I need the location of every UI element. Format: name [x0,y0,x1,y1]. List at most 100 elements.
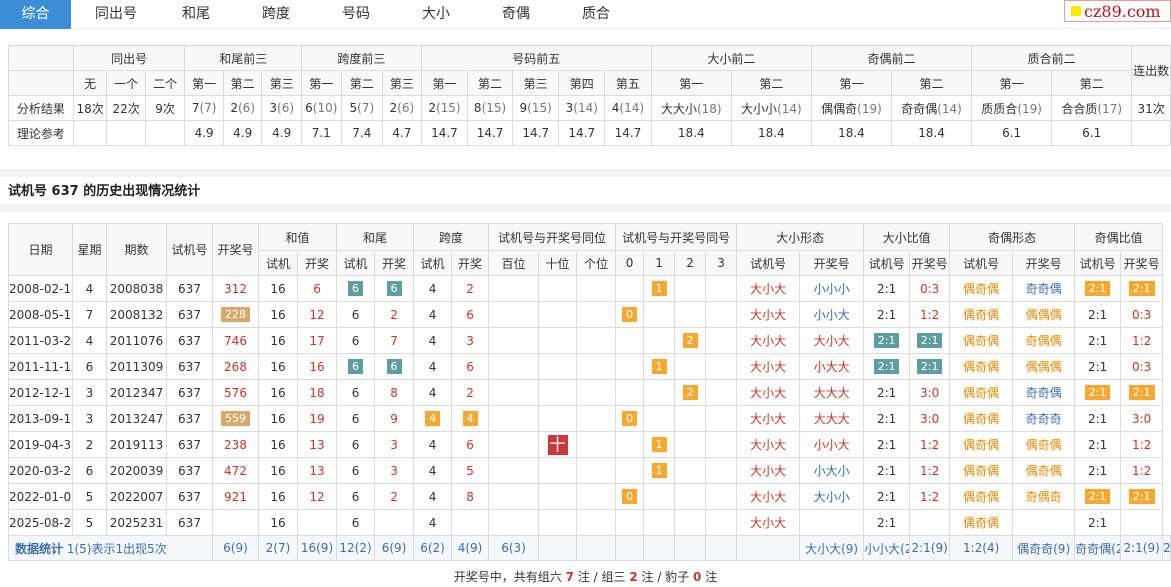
draw-bigsmall-cell: 大大大 [799,379,865,406]
test-span-cell: 4 [413,275,453,302]
theory-cell: 14.7 [467,120,513,146]
analysis-count: (7) [357,101,375,115]
site-logo[interactable]: cz89.com [1064,0,1171,22]
draw-bigsmall-cell: 小小大 [799,301,865,328]
draw-tail-cell-value: 3 [390,437,398,452]
draw-bigsmall-ratio-cell: 1:2 [909,301,951,328]
draw-bigsmall-cell: 小大大 [799,353,865,380]
draw-number-cell: 228 [212,301,259,328]
draw-bigsmall-cell-value: 小大大 [813,360,850,374]
same-number-2-cell [674,483,707,510]
test-oddeven-ratio-cell-value: 2:1 [1087,411,1108,426]
tab-numbers[interactable]: 号码 [321,0,391,29]
analysis-value: 质质合 [981,101,1018,116]
sub-header: 3 [705,250,738,276]
summary-mid2: 注 / 豹子 [641,570,690,584]
group-header: 质合前二 [971,45,1133,71]
stats-cell: 12(2) [336,535,376,561]
same-count-marker: 0 [622,489,638,504]
date-cell: 2008-05-18 [8,301,73,328]
test-tail-cell-value: 6 [348,281,364,296]
draw-oddeven-cell-value: 偶奇偶 [1025,464,1062,478]
top-nav: 综合 同出号 和尾 跨度 号码 大小 奇偶 质合 cz89.com [0,0,1171,29]
test-oddeven-ratio-cell: 2:1 [1074,275,1122,302]
draw-tail-cell-value: 7 [390,333,398,348]
tab-same-numbers[interactable]: 同出号 [81,0,151,29]
test-bigsmall-ratio-cell: 2:1 [863,483,911,510]
corner-cell [8,45,74,71]
same-number-1-cell [643,301,676,328]
draw-span-cell: 4 [451,405,490,432]
same-number-3-cell [705,353,738,380]
column-header: 和值 [257,223,338,251]
test-sum-cell: 16 [258,405,298,432]
test-bigsmall-ratio-cell-value: 2:1 [873,359,900,374]
sub-header: 第二 [467,70,513,96]
tab-odd-even[interactable]: 奇偶 [481,0,551,29]
history-title: 试机号 637 的历史出现情况统计 [8,184,201,199]
sub-header: 试机号 [949,250,1014,276]
column-header: 星期 [72,223,107,276]
test-tail-cell-value: 6 [351,411,360,426]
test-sum-cell: 16 [258,379,298,406]
test-oddeven-ratio-cell-value: 2:1 [1087,463,1108,478]
test-bigsmall-cell: 大小大 [736,431,801,458]
test-bigsmall-cell-value: 大小大 [750,308,787,322]
draw-tail-cell-value: 6 [386,281,402,296]
draw-span-cell-value: 2 [466,385,474,400]
tab-big-small[interactable]: 大小 [401,0,471,29]
same-number-1-cell [643,483,676,510]
test-oddeven-cell-value: 偶奇偶 [963,334,1000,348]
stats-cell [576,535,617,561]
stats-cell: 4(9) [451,535,490,561]
same-position-shi-cell [538,483,578,510]
test-number-cell: 637 [166,457,213,484]
table-row: 2008-02-14 4 2008038 637 312 16 6 6 6 4 2 1 大小大 小小小 2:… [8,275,1171,302]
draw-bigsmall-ratio-cell-value: 1:2 [919,489,940,504]
group-header: 跨度前三 [301,45,422,71]
sub-header: 1 [643,250,676,276]
draw-number-cell: 472 [212,457,259,484]
analysis-count: (10) [312,101,338,115]
draw-bigsmall-cell: 小大小 [799,457,865,484]
tab-prime-composite[interactable]: 质合 [561,0,631,29]
draw-number-cell: 746 [212,327,259,354]
test-span-cell: 4 [413,483,453,510]
test-oddeven-cell-value: 偶奇偶 [963,308,1000,322]
test-span-cell-value: 4 [428,515,437,530]
draw-number-cell-value: 228 [221,307,250,322]
same-number-3-cell [705,301,738,328]
draw-tail-cell: 6 [374,353,415,380]
draw-bigsmall-cell-value: 大大大 [813,412,850,426]
test-bigsmall-ratio-cell: 2:1 [863,509,911,536]
same-number-0-cell: 0 [615,483,645,510]
test-span-cell-value: 4 [428,385,437,400]
same-number-2-cell: 2 [674,327,707,354]
draw-tail-cell: 9 [374,405,415,432]
stats-cell: 2(7) [258,535,298,561]
same-count-marker: 0 [622,411,638,426]
sub-header: 二个 [144,70,186,96]
analysis-count: (14) [573,101,598,115]
date-cell: 2012-12-19 [8,379,73,406]
test-bigsmall-cell: 大小大 [736,379,801,406]
sub-header: 开奖号 [909,250,951,276]
draw-sum-cell-value: 18 [309,385,325,400]
same-position-bai-cell [488,353,540,380]
summary-suffix: 注 [705,570,718,584]
analysis-value: 2 [230,101,238,115]
same-position-ge-cell [576,483,617,510]
test-span-cell: 4 [413,327,453,354]
test-span-cell: 4 [413,301,453,328]
tab-overview[interactable]: 综合 [0,0,71,29]
draw-bigsmall-cell: 大大大 [799,405,865,432]
test-oddeven-ratio-cell: 2:1 [1074,483,1122,510]
analysis-value: 22次 [112,101,140,116]
tab-sum-tail[interactable]: 和尾 [161,0,231,29]
test-oddeven-ratio-cell-value: 2:1 [1084,281,1111,296]
draw-bigsmall-ratio-cell [909,509,951,536]
tab-span[interactable]: 跨度 [241,0,311,29]
draw-tail-cell: 3 [374,431,415,458]
column-header: 开奖号 [212,223,259,276]
analysis-cell: 大大小(18) [650,95,732,121]
